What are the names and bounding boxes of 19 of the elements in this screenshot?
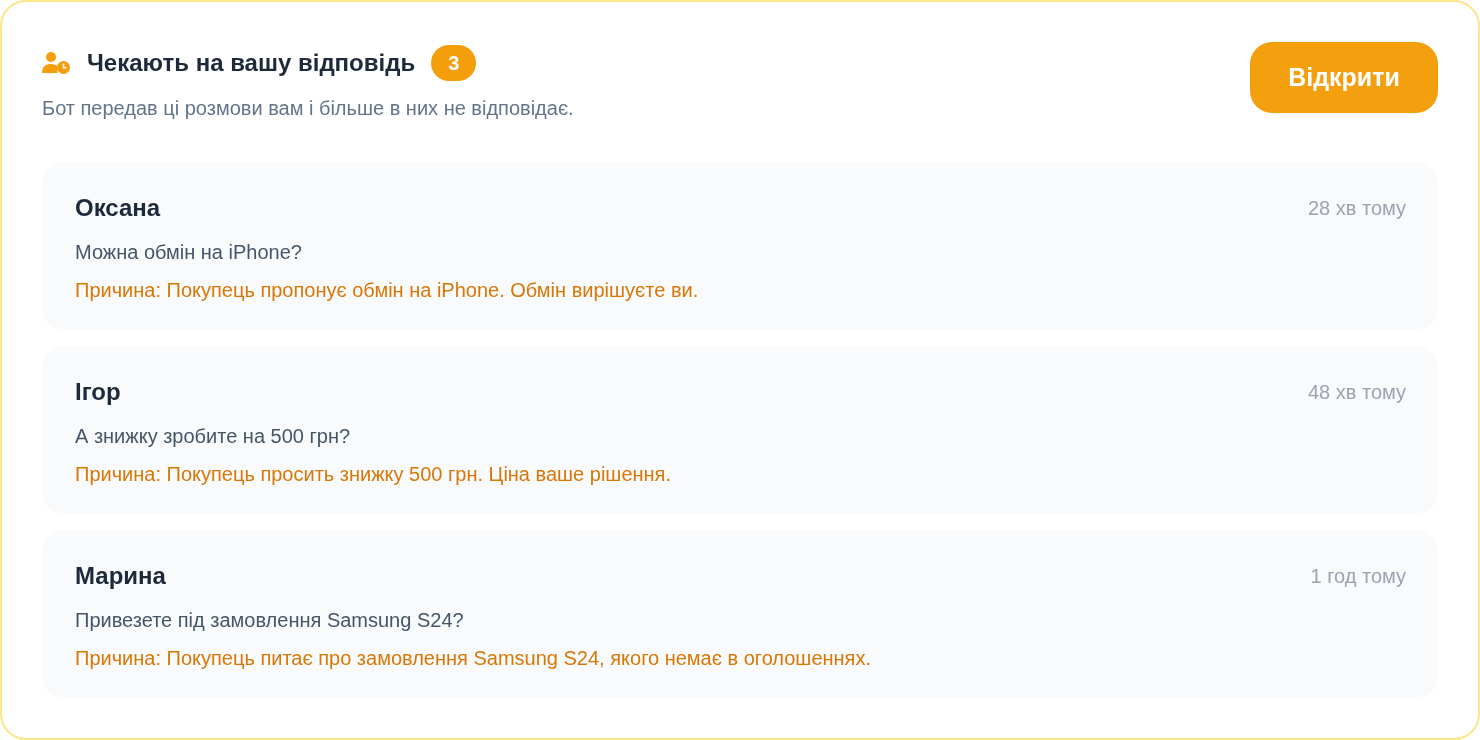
message-text: Привезете під замовлення Samsung S24? bbox=[75, 608, 465, 633]
message-text: А знижку зробите на 500 грн? bbox=[75, 424, 352, 449]
customer-name: Оксана bbox=[75, 193, 161, 223]
count-badge: 3 bbox=[431, 45, 477, 81]
customer-name: Марина bbox=[75, 561, 166, 591]
conversation-card[interactable]: Марина 1 год тому Привезете під замовлення Samsung S24? Причина: Покупець питає про замовлення Samsung S24, якого немає в оголошеннях. bbox=[42, 530, 1438, 697]
conversation-card[interactable]: Ігор 48 хв тому А знижку зробите на 500 грн? Причина: Покупець просить знижку 500 грн. Ціна ваше рішення. bbox=[42, 346, 1438, 513]
message-time: 1 год тому bbox=[1310, 564, 1406, 589]
handoff-reason: Причина: Покупець просить знижку 500 грн. Ціна ваше рішення. bbox=[75, 462, 672, 487]
message-time: 48 хв тому bbox=[1307, 380, 1406, 405]
section-title: Чекають на вашу відповідь bbox=[87, 48, 416, 78]
section-subtitle: Бот передав ці розмови вам і більше в них не відповідає. bbox=[42, 96, 574, 121]
handoff-reason: Причина: Покупець питає про замовлення Samsung S24, якого немає в оголошеннях. bbox=[75, 646, 872, 671]
handoff-reason: Причина: Покупець пропонує обмін на iPhone. Обмін вирішуєте ви. bbox=[75, 278, 700, 303]
user-clock-icon bbox=[42, 52, 70, 74]
conversation-card[interactable]: Оксана 28 хв тому Можна обмін на iPhone? Причина: Покупець пропонує обмін на iPhone. Обмін вирішуєте ви. bbox=[42, 162, 1438, 329]
message-time: 28 хв тому bbox=[1307, 196, 1406, 221]
customer-name: Ігор bbox=[75, 377, 121, 407]
message-text: Можна обмін на iPhone? bbox=[75, 240, 303, 265]
